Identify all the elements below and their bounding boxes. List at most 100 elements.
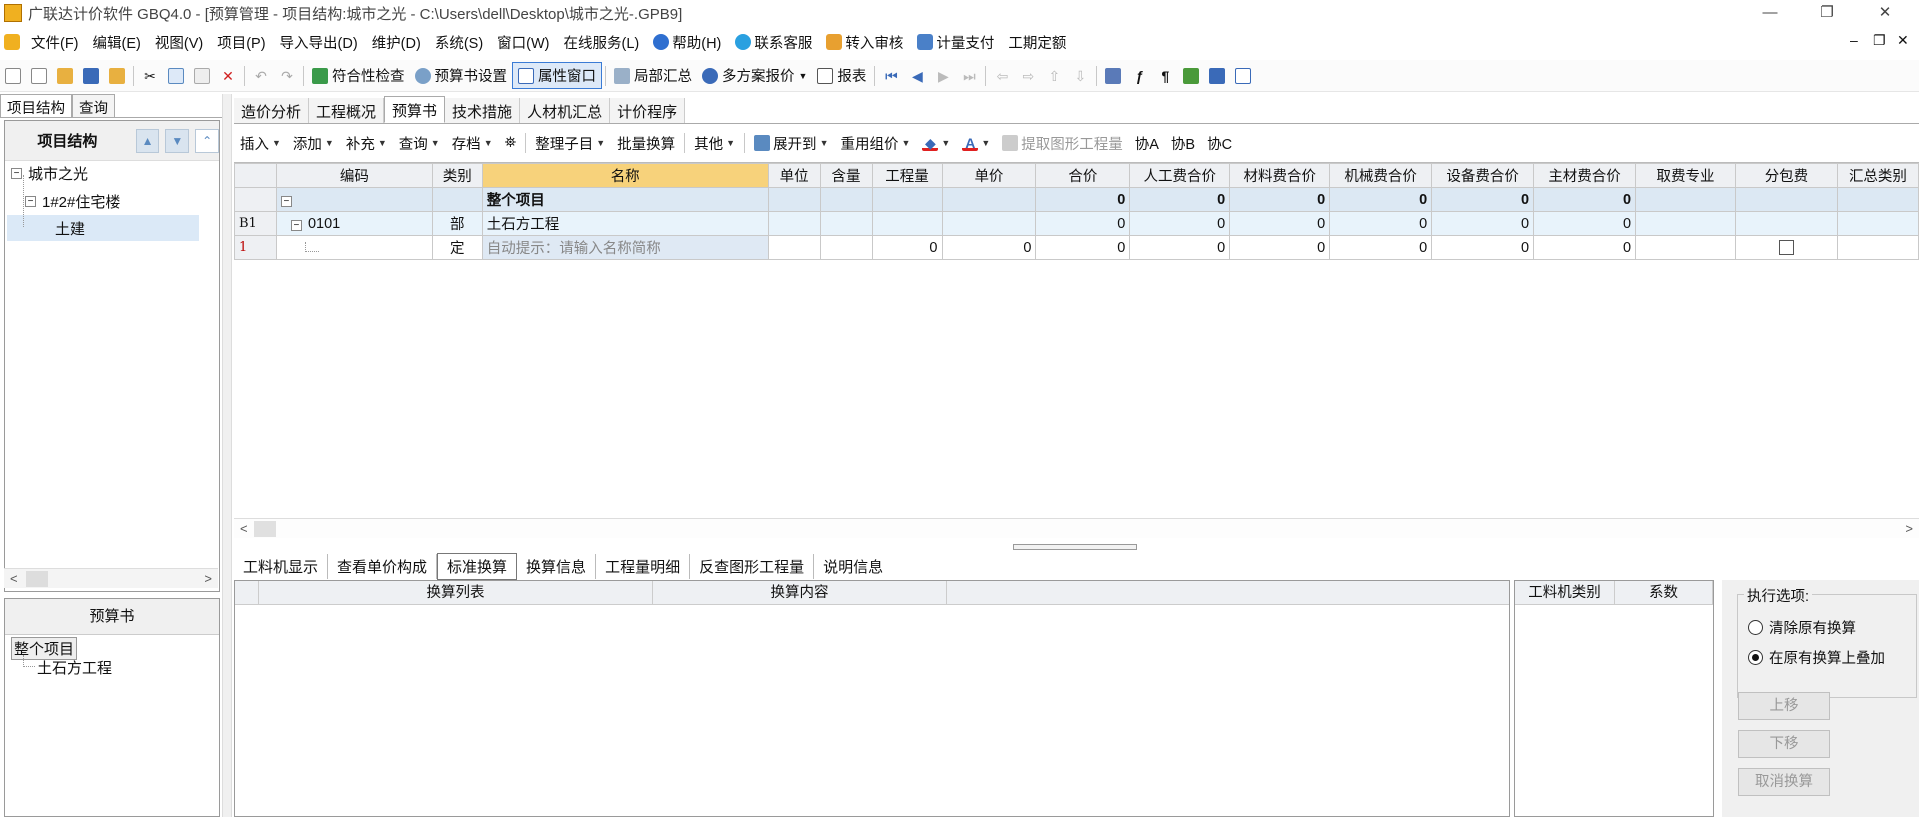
tab-description[interactable]: 说明信息 <box>814 554 892 579</box>
code-cell[interactable]: − <box>275 187 433 212</box>
menu-import-export[interactable]: 导入导出(D) <box>273 32 365 53</box>
undo-icon[interactable]: ↶ <box>253 68 269 84</box>
tab-pricing-program[interactable]: 计价程序 <box>610 98 686 123</box>
app-menu-icon[interactable] <box>4 34 20 50</box>
font-color-button[interactable]: A ▼ <box>956 135 996 151</box>
column-header[interactable]: 工料机类别 <box>1515 581 1615 604</box>
column-header[interactable]: 合价 <box>1035 163 1131 188</box>
grid-scrollbar[interactable]: < > <box>234 518 1919 538</box>
menu-online[interactable]: 在线服务(L) <box>557 32 647 53</box>
machine-cell[interactable]: 0 <box>1329 211 1433 236</box>
batch-convert-button[interactable]: 批量换算 <box>611 133 681 154</box>
name-input[interactable]: 自动提示：请输入名称简称 <box>481 235 769 260</box>
price-cell[interactable]: 0 <box>941 235 1037 260</box>
new-file-icon[interactable] <box>5 67 21 84</box>
material-cell[interactable]: 0 <box>1229 187 1331 212</box>
content-cell[interactable] <box>819 187 873 212</box>
radio-stack[interactable] <box>1748 650 1763 665</box>
equipment-cell[interactable]: 0 <box>1431 211 1535 236</box>
price-cell[interactable] <box>941 187 1037 212</box>
report-button[interactable]: 报表 <box>812 63 871 88</box>
panel-splitter[interactable] <box>222 94 232 817</box>
tab-tech-measures[interactable]: 技术措施 <box>445 98 521 123</box>
unit-cell[interactable] <box>767 187 821 212</box>
quantity-cell[interactable] <box>871 211 943 236</box>
close-button[interactable]: ✕ <box>1870 2 1900 24</box>
tree-node-building[interactable]: −1#2#住宅楼 <box>25 191 120 212</box>
pane-resize-grip[interactable] <box>1013 544 1137 550</box>
mdi-restore[interactable]: ❐ <box>1873 32 1886 49</box>
formula-icon[interactable]: ƒ <box>1131 68 1147 84</box>
machine-cell[interactable]: 0 <box>1329 187 1433 212</box>
calculator-icon[interactable] <box>1105 67 1122 84</box>
subcontract-cell[interactable] <box>1734 187 1838 212</box>
paste-icon[interactable] <box>194 67 210 84</box>
material-cell[interactable]: 0 <box>1229 235 1331 260</box>
menu-maintain[interactable]: 维护(D) <box>365 32 428 53</box>
collapse-icon[interactable]: ⌃ <box>195 128 219 153</box>
insert-button[interactable]: 插入 ▼ <box>234 133 287 154</box>
expand-to-button[interactable]: 展开到 ▼ <box>748 133 834 154</box>
main-material-cell[interactable]: 0 <box>1533 187 1637 212</box>
subcontract-checkbox[interactable] <box>1778 240 1794 256</box>
column-header[interactable]: 系数 <box>1615 581 1713 604</box>
query-button[interactable]: 查询 ▼ <box>393 133 446 154</box>
menu-duration[interactable]: 工期定额 <box>1001 32 1073 53</box>
subcontract-cell[interactable] <box>1734 235 1838 260</box>
move-up-icon[interactable]: ⇧ <box>1046 68 1062 84</box>
compliance-check-button[interactable]: 符合性检查 <box>307 63 410 88</box>
row-header[interactable]: 1 <box>234 235 277 260</box>
tree-node-civil[interactable]: 土建 <box>7 215 199 241</box>
row-header[interactable] <box>234 187 277 212</box>
table-row[interactable]: B1 −0101 部 土石方工程 0 0 0 0 0 0 <box>234 211 1919 236</box>
table-row[interactable]: 1 定 自动提示：请输入名称简称 0 0 0 0 0 0 0 0 <box>234 235 1919 260</box>
menu-measure[interactable]: 计量支付 <box>910 32 1001 53</box>
equipment-cell[interactable]: 0 <box>1431 187 1535 212</box>
mdi-minimize[interactable]: – <box>1850 32 1858 48</box>
column-header[interactable]: 单价 <box>941 163 1037 188</box>
quantity-cell[interactable] <box>871 187 943 212</box>
tab-resource-display[interactable]: 工料机显示 <box>234 553 329 579</box>
tab-query[interactable]: 查询 <box>72 94 115 117</box>
tab-conversion-info[interactable]: 换算信息 <box>517 553 597 579</box>
tab-budget-book[interactable]: 预算书 <box>384 96 446 123</box>
collapse-expander-icon[interactable]: − <box>25 196 36 207</box>
row-header[interactable]: B1 <box>234 211 277 236</box>
paragraph-icon[interactable]: ¶ <box>1157 68 1173 84</box>
move-down-icon[interactable]: ⇩ <box>1072 68 1088 84</box>
prev-icon[interactable]: ◀ <box>909 68 925 84</box>
tab-unit-price[interactable]: 查看单价构成 <box>328 553 438 579</box>
total-cell[interactable]: 0 <box>1035 235 1131 260</box>
content-cell[interactable] <box>819 211 873 236</box>
option-stack-existing[interactable]: 在原有换算上叠加 <box>1748 647 1885 668</box>
quantity-cell[interactable]: 0 <box>871 235 943 260</box>
tab-cost-analysis[interactable]: 造价分析 <box>234 98 310 123</box>
category-cell[interactable] <box>1836 235 1919 260</box>
total-cell[interactable]: 0 <box>1035 187 1131 212</box>
content-cell[interactable] <box>819 235 873 260</box>
fee-cell[interactable] <box>1635 211 1736 236</box>
minimize-button[interactable]: — <box>1755 2 1785 24</box>
save-icon[interactable] <box>83 67 99 84</box>
other-button[interactable]: 其他 ▼ <box>688 133 741 154</box>
column-header[interactable]: 分包费 <box>1734 163 1838 188</box>
column-header[interactable]: 含量 <box>819 163 873 188</box>
unit-cell[interactable] <box>767 211 821 236</box>
cube-icon[interactable] <box>1183 67 1200 84</box>
column-header[interactable]: 换算内容 <box>653 581 947 604</box>
move-left-icon[interactable]: ⇦ <box>994 68 1010 84</box>
main-material-cell[interactable]: 0 <box>1533 211 1637 236</box>
copy-icon[interactable] <box>168 67 184 84</box>
delete-icon[interactable]: ✕ <box>220 68 236 84</box>
scroll-left-icon[interactable]: < <box>240 521 248 536</box>
menu-file[interactable]: 文件(F) <box>24 32 86 53</box>
tab-quantity-detail[interactable]: 工程量明细 <box>596 553 691 579</box>
cancel-conversion-button[interactable]: 取消换算 <box>1738 768 1830 796</box>
price-cell[interactable] <box>941 211 1037 236</box>
add-button[interactable]: 添加 ▼ <box>287 133 340 154</box>
radio-clear[interactable] <box>1748 620 1763 635</box>
multi-quote-button[interactable]: 多方案报价 ▼ <box>697 63 812 88</box>
cut-icon[interactable]: ✂ <box>142 68 158 84</box>
column-header[interactable]: 主材费合价 <box>1533 163 1637 188</box>
new-template-icon[interactable] <box>31 67 47 84</box>
